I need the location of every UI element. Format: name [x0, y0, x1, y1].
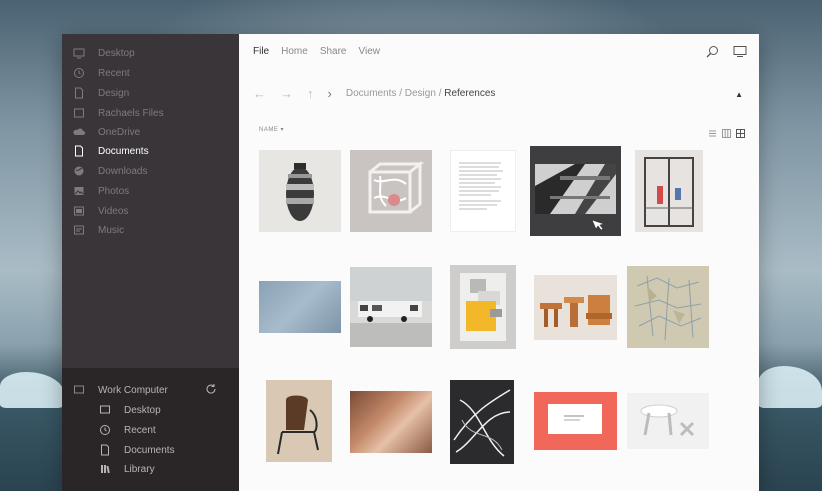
- sidebar: Desktop Recent Design Rachaels Files One…: [62, 34, 239, 491]
- navigation-bar: ← → ↑ › Documents / Design / References: [253, 86, 495, 101]
- sync-icon[interactable]: [205, 383, 217, 398]
- sidebar-item-label: Work Computer: [98, 384, 168, 396]
- clock-icon: [98, 424, 111, 437]
- thumbnail-red-card[interactable]: [534, 392, 617, 450]
- sidebar-subitem-desktop[interactable]: Desktop: [98, 402, 161, 418]
- sidebar-item-label: Downloads: [98, 165, 148, 177]
- document-icon: [98, 444, 111, 457]
- sidebar-item-videos[interactable]: Videos: [72, 202, 128, 220]
- thumbnail-text-page[interactable]: [450, 150, 516, 232]
- thumbnail-wire-cube[interactable]: [350, 150, 432, 232]
- document-icon: [72, 87, 85, 100]
- sidebar-item-desktop[interactable]: Desktop: [72, 44, 135, 62]
- thumbnail-vase[interactable]: [259, 150, 341, 232]
- menu-view[interactable]: View: [359, 46, 381, 57]
- main-content: File Home Share View ← → ↑ › Documents /…: [239, 34, 759, 491]
- menu-home[interactable]: Home: [281, 46, 308, 57]
- thumbnail-blue-texture[interactable]: [259, 281, 341, 333]
- sidebar-subitem-library[interactable]: Library: [98, 461, 155, 477]
- computer-icon: [72, 384, 85, 397]
- sidebar-item-design[interactable]: Design: [72, 84, 129, 102]
- breadcrumb-design[interactable]: Design: [405, 88, 436, 99]
- device-icon[interactable]: [733, 45, 747, 63]
- sidebar-item-label: Design: [98, 87, 130, 99]
- thumbnail-geometric-map[interactable]: [627, 266, 709, 348]
- image-icon: [72, 185, 85, 198]
- sidebar-item-label: Recent: [98, 67, 130, 79]
- sidebar-item-music[interactable]: Music: [72, 221, 124, 239]
- monitor-icon: [98, 404, 111, 417]
- back-arrow-icon[interactable]: ←: [253, 86, 266, 101]
- sidebar-item-photos[interactable]: Photos: [72, 182, 129, 200]
- breadcrumb: Documents / Design / References: [346, 88, 496, 99]
- sidebar-item-label: Documents: [98, 145, 149, 157]
- sidebar-item-label: Library: [124, 463, 155, 475]
- music-icon: [72, 224, 85, 237]
- sidebar-subitem-documents[interactable]: Documents: [98, 442, 175, 458]
- menu-share[interactable]: Share: [320, 46, 347, 57]
- file-explorer-window: Desktop Recent Design Rachaels Files One…: [62, 34, 759, 491]
- thumbnail-architecture[interactable]: [530, 146, 621, 236]
- sort-control[interactable]: NAME ▾: [259, 126, 284, 133]
- sidebar-item-label: OneDrive: [98, 126, 141, 138]
- sidebar-item-rachaels-files[interactable]: Rachaels Files: [72, 104, 164, 122]
- breadcrumb-references: References: [444, 88, 496, 99]
- globe-icon: [72, 165, 85, 178]
- grid-view-icon[interactable]: [736, 125, 745, 143]
- list-view-icon[interactable]: [708, 125, 717, 143]
- menu-bar: File Home Share View: [253, 46, 380, 57]
- sort-caret-icon: ▾: [280, 127, 285, 133]
- menu-file[interactable]: File: [253, 46, 269, 57]
- chevron-right-icon: ›: [327, 86, 332, 101]
- thumbnail-trailer[interactable]: [350, 267, 432, 347]
- columns-view-icon[interactable]: [722, 125, 731, 143]
- breadcrumb-separator: /: [399, 88, 402, 99]
- thumbnail-glass-door[interactable]: [635, 150, 703, 232]
- sidebar-item-label: Music: [98, 224, 125, 236]
- monitor-icon: [72, 47, 85, 60]
- forward-arrow-icon[interactable]: →: [280, 86, 293, 101]
- up-arrow-icon[interactable]: ↑: [307, 86, 314, 101]
- sidebar-item-documents[interactable]: Documents: [72, 142, 149, 160]
- thumbnail-light-trails[interactable]: [450, 380, 514, 464]
- sidebar-item-label: Documents: [124, 444, 175, 456]
- view-switcher: [708, 125, 745, 143]
- sidebar-item-label: Recent: [124, 424, 156, 436]
- sidebar-item-onedrive[interactable]: OneDrive: [72, 123, 140, 141]
- thumbnail-white-table[interactable]: [627, 393, 709, 449]
- breadcrumb-documents[interactable]: Documents: [346, 88, 397, 99]
- cloud-icon: [72, 126, 85, 139]
- sidebar-item-label: Photos: [98, 185, 130, 197]
- thumbnail-bent-chair[interactable]: [266, 380, 332, 462]
- sidebar-item-label: Desktop: [124, 404, 161, 416]
- sidebar-item-downloads[interactable]: Downloads: [72, 162, 147, 180]
- search-icon[interactable]: [706, 45, 719, 63]
- sidebar-item-label: Rachaels Files: [98, 107, 164, 119]
- document-icon: [72, 145, 85, 158]
- sidebar-item-label: Videos: [98, 205, 129, 217]
- clock-icon: [72, 67, 85, 80]
- video-icon: [72, 205, 85, 218]
- thumbnail-yellow-poster[interactable]: [450, 265, 516, 349]
- top-actions: [706, 45, 747, 63]
- caret-up-icon[interactable]: ▲: [735, 90, 743, 99]
- thumbnail-wood-furniture[interactable]: [534, 275, 617, 340]
- sidebar-item-work-computer[interactable]: Work Computer: [72, 382, 229, 398]
- sidebar-item-label: Desktop: [98, 47, 135, 59]
- library-icon: [98, 463, 111, 476]
- sidebar-subitem-recent[interactable]: Recent: [98, 422, 156, 438]
- thumbnail-canyon-rock[interactable]: [350, 391, 432, 453]
- folder-icon: [72, 107, 85, 120]
- sort-label: NAME: [259, 127, 279, 133]
- breadcrumb-separator: /: [438, 88, 442, 99]
- sidebar-item-recent[interactable]: Recent: [72, 64, 130, 82]
